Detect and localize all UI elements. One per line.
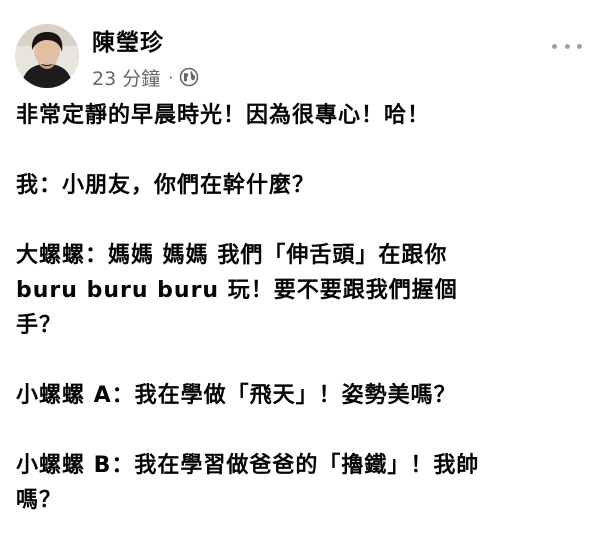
more-dot [552,43,557,49]
post-line: buru buru buru 玩！要不要跟我們握個 [16,278,458,303]
post-line: 小螺螺 A：我在學做「飛天」！姿勢美嗎？ [16,383,457,408]
more-dot [564,43,570,49]
globe-icon[interactable] [179,67,199,87]
post-line: 大螺螺：媽媽 媽媽 我們「伸舌頭」在跟你 [16,243,448,268]
post-meta: 23 分鐘 · [92,64,199,90]
author-name[interactable]: 陳瑩珍 [92,28,164,58]
post-body: 非常定靜的早晨時光！因為很專心！哈！ 我：小朋友，你們在幹什麼？ 大螺螺：媽媽 … [16,98,576,518]
facebook-post: 陳瑩珍 23 分鐘 · 非常定靜的早晨時光！因為很專心！哈！ 我：小朋友，你們在… [0,0,600,535]
post-line: 嗎？ [16,488,63,513]
meta-separator: · [168,67,174,87]
post-line: 我：小朋友，你們在幹什麼？ [16,173,316,198]
more-dot [577,43,582,49]
more-options-icon[interactable] [552,36,582,56]
avatar[interactable] [15,24,79,88]
avatar-photo [15,24,79,88]
post-line: 手？ [16,313,63,338]
post-line: 小螺螺 B：我在學習做爸爸的「擼鐵」！我帥 [16,453,480,478]
post-timestamp[interactable]: 23 分鐘 [92,64,160,91]
post-line: 非常定靜的早晨時光！因為很專心！哈！ [16,103,431,128]
